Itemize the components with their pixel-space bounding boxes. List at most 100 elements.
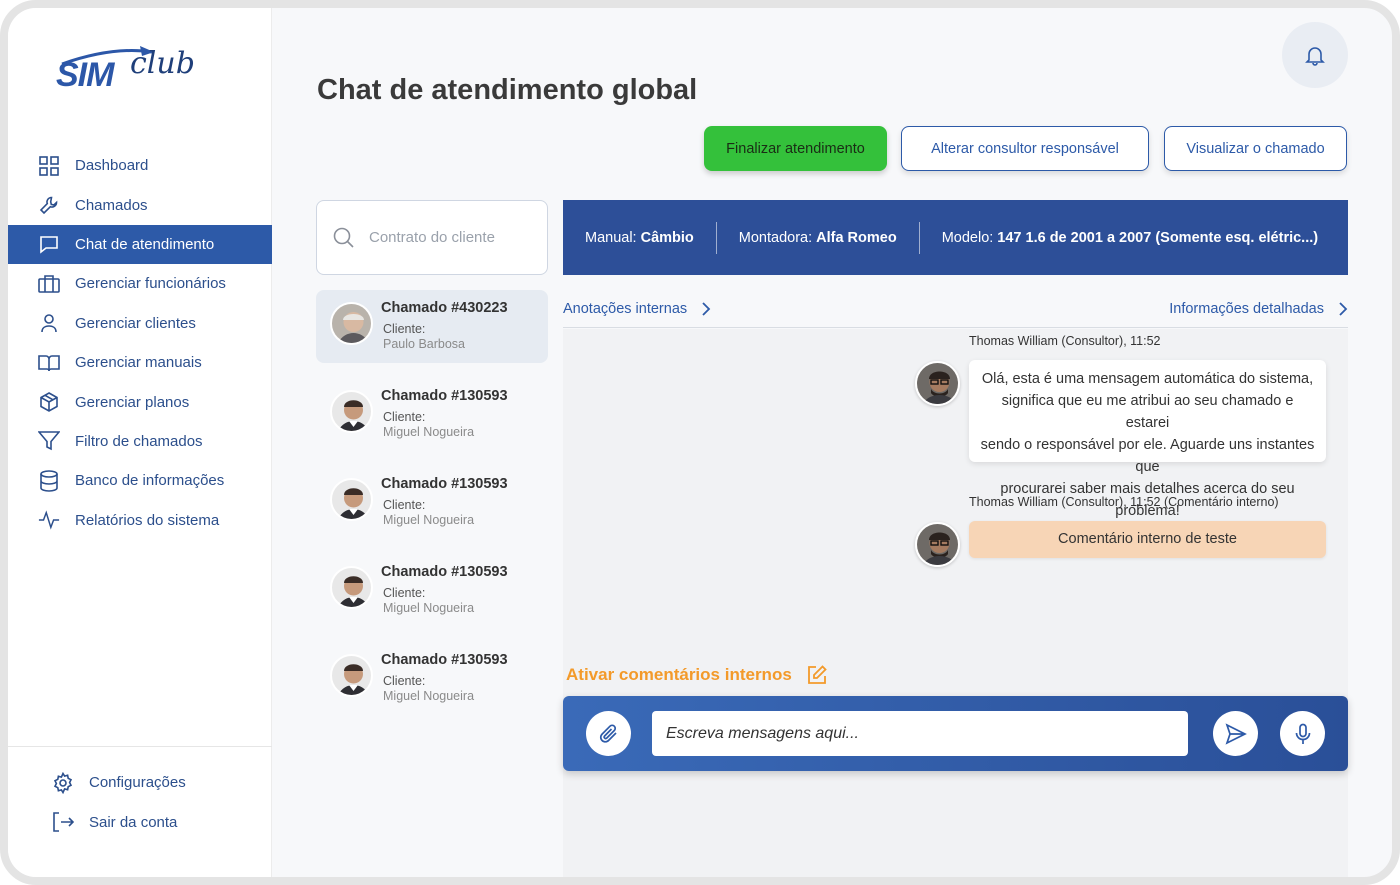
ticket-title: Chamado #130593 — [381, 652, 508, 668]
info-maker: Montadora: Alfa Romeo — [717, 221, 920, 254]
sidebar-item-label: Gerenciar planos — [75, 393, 190, 411]
sidebar-item-label: Chamados — [75, 196, 148, 214]
ticket-client-name: Miguel Nogueira — [383, 601, 475, 615]
message-meta: Thomas William (Consultor), 11:52 (Comen… — [969, 495, 1279, 509]
internal-comment-bubble: Comentário interno de teste — [969, 521, 1326, 558]
message-line: Olá, esta é uma mensagem automática do s… — [981, 371, 1314, 387]
internal-comments-label: Ativar comentários internos — [566, 665, 792, 684]
ticket-client-label: Cliente: — [383, 410, 426, 424]
sidebar-item-clientes[interactable]: Gerenciar clientes — [8, 304, 272, 343]
change-consultant-button[interactable]: Alterar consultor responsável — [901, 126, 1149, 171]
activity-icon — [38, 509, 60, 531]
bell-icon — [1305, 47, 1325, 66]
info-manual-label: Manual: — [585, 229, 637, 246]
sidebar-item-label: Gerenciar manuais — [75, 354, 202, 372]
ticket-client-name: Miguel Nogueira — [383, 513, 475, 527]
book-icon — [38, 352, 60, 374]
sidebar-divider — [8, 746, 272, 747]
sidebar-item-chamados[interactable]: Chamados — [8, 185, 272, 224]
paperclip-icon — [599, 723, 617, 743]
sidebar: SIM club Dashboard Chamados Chat de aten… — [8, 8, 272, 877]
microphone-icon — [1295, 723, 1310, 744]
message-composer — [563, 696, 1348, 771]
chat-links-bar: Anotações internas Informações detalhada… — [563, 290, 1348, 328]
sidebar-item-sair[interactable]: Sair da conta — [22, 802, 186, 841]
info-manual-value: Câmbio — [640, 229, 694, 246]
grid-icon — [38, 155, 60, 177]
ticket-item[interactable]: Chamado #130593 Cliente: Miguel Nogueira — [316, 642, 548, 715]
sidebar-item-relatorios[interactable]: Relatórios do sistema — [8, 501, 272, 540]
edit-icon — [807, 665, 827, 684]
detailed-info-link[interactable]: Informações detalhadas — [1169, 301, 1348, 317]
page-title: Chat de atendimento global — [317, 74, 698, 106]
view-ticket-button[interactable]: Visualizar o chamado — [1164, 126, 1347, 171]
chat-icon — [38, 233, 60, 255]
box-icon — [38, 391, 60, 413]
sidebar-item-planos[interactable]: Gerenciar planos — [8, 382, 272, 421]
microphone-button[interactable] — [1280, 711, 1325, 756]
logout-icon — [52, 811, 74, 833]
sidebar-item-label: Banco de informações — [75, 472, 225, 490]
message-line: sendo o responsável por ele. Aguarde uns… — [980, 437, 1315, 475]
send-button[interactable] — [1213, 711, 1258, 756]
search-icon — [333, 227, 354, 248]
ticket-client-label: Cliente: — [383, 322, 426, 336]
logo-text-sim: SIM — [56, 56, 114, 94]
client-avatar — [330, 390, 373, 433]
ticket-title: Chamado #130593 — [381, 388, 508, 404]
client-avatar — [330, 478, 373, 521]
info-model-label: Modelo: — [941, 229, 994, 246]
ticket-title: Chamado #130593 — [381, 564, 508, 580]
sidebar-bottom-nav: Configurações Sair da conta — [22, 763, 186, 842]
attach-button[interactable] — [586, 711, 631, 756]
sidebar-item-label: Sair da conta — [89, 813, 178, 831]
ticket-client-label: Cliente: — [383, 674, 426, 688]
search-input[interactable] — [369, 229, 529, 246]
internal-notes-link[interactable]: Anotações internas — [563, 301, 711, 317]
gear-icon — [52, 771, 74, 794]
notifications-button[interactable] — [1282, 22, 1348, 88]
ticket-client-name: Miguel Nogueira — [383, 689, 475, 703]
ticket-item[interactable]: Chamado #130593 Cliente: Miguel Nogueira — [316, 554, 548, 627]
message-line: significa que eu me atribui ao seu chama… — [1001, 393, 1294, 431]
filter-icon — [38, 430, 60, 452]
database-icon — [38, 470, 60, 492]
ticket-title: Chamado #430223 — [381, 300, 508, 316]
info-manual: Manual: Câmbio — [563, 221, 717, 254]
consultant-avatar — [915, 361, 960, 406]
briefcase-icon — [38, 273, 60, 295]
sidebar-item-configuracoes[interactable]: Configurações — [22, 763, 186, 802]
info-maker-value: Alfa Romeo — [816, 229, 897, 246]
sidebar-item-chat[interactable]: Chat de atendimento — [8, 224, 272, 265]
ticket-item[interactable]: Chamado #430223 Cliente: Paulo Barbosa — [316, 290, 548, 363]
client-avatar — [330, 654, 373, 697]
app-window: SIM club Dashboard Chamados Chat de aten… — [0, 0, 1400, 885]
ticket-client-name: Paulo Barbosa — [383, 337, 466, 351]
ticket-item[interactable]: Chamado #130593 Cliente: Miguel Nogueira — [316, 378, 548, 451]
sidebar-item-label: Chat de atendimento — [75, 235, 215, 253]
info-model-value: 147 1.6 de 2001 a 2007 (Somente esq. elé… — [997, 229, 1319, 246]
logo-text-club: club — [130, 46, 195, 81]
sidebar-item-label: Gerenciar clientes — [75, 314, 196, 332]
sidebar-item-manuais[interactable]: Gerenciar manuais — [8, 343, 272, 382]
user-icon — [38, 312, 60, 334]
sidebar-item-filtro[interactable]: Filtro de chamados — [8, 422, 272, 461]
sidebar-item-label: Dashboard — [75, 157, 149, 175]
ticket-item[interactable]: Chamado #130593 Cliente: Miguel Nogueira — [316, 466, 548, 539]
ticket-client-label: Cliente: — [383, 586, 426, 600]
ticket-client-name: Miguel Nogueira — [383, 425, 475, 439]
sidebar-item-banco[interactable]: Banco de informações — [8, 461, 272, 500]
sidebar-item-label: Gerenciar funcionários — [75, 275, 226, 293]
finish-service-button[interactable]: Finalizar atendimento — [704, 126, 887, 171]
info-model: Modelo: 147 1.6 de 2001 a 2007 (Somente e… — [920, 222, 1340, 254]
logo: SIM club — [56, 42, 236, 100]
message-input[interactable] — [652, 711, 1188, 756]
ticket-title: Chamado #130593 — [381, 476, 508, 492]
sidebar-item-dashboard[interactable]: Dashboard — [8, 146, 272, 185]
message-meta: Thomas William (Consultor), 11:52 — [969, 334, 1161, 348]
consultant-avatar — [915, 522, 960, 567]
enable-internal-comments-toggle[interactable]: Ativar comentários internos — [566, 664, 828, 686]
client-avatar — [330, 302, 373, 345]
sidebar-item-funcionarios[interactable]: Gerenciar funcionários — [8, 264, 272, 303]
internal-notes-label: Anotações internas — [563, 300, 688, 317]
